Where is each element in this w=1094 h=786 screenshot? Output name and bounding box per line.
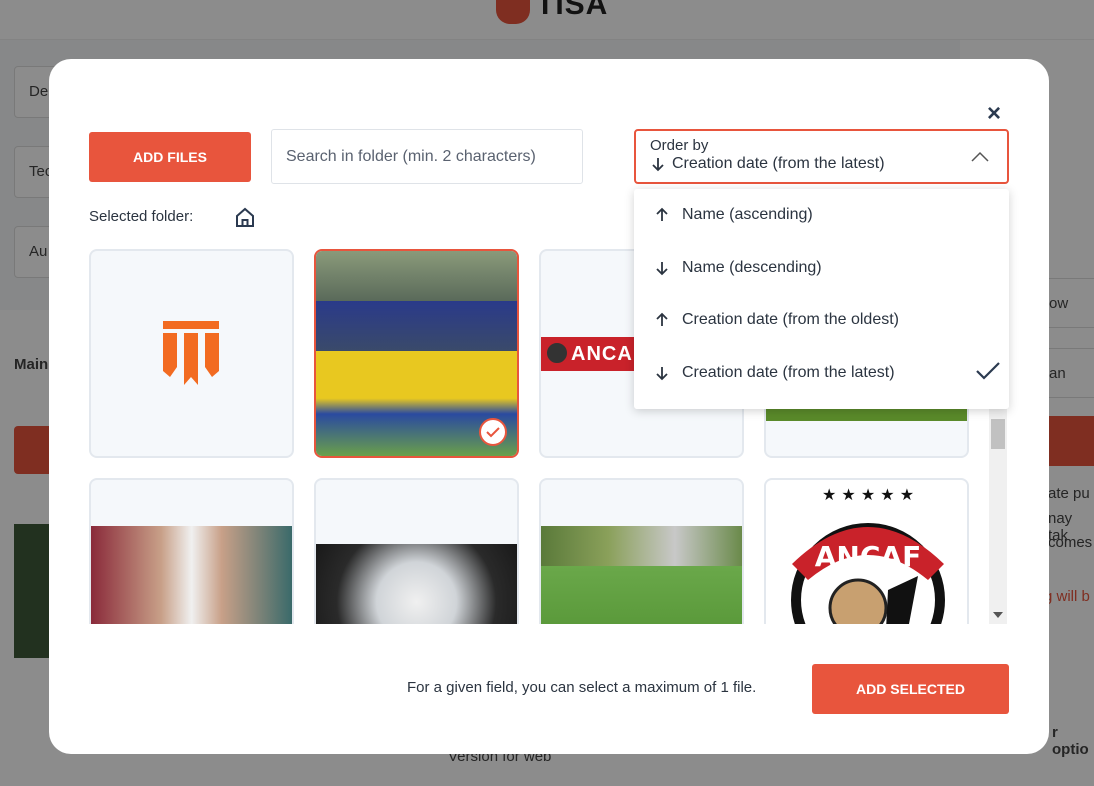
file-tile-ball-photo[interactable] <box>314 478 519 624</box>
file-picker-modal: × ADD FILES Order by Creation date (from… <box>49 59 1049 754</box>
team-photo-mid <box>316 301 517 351</box>
dropdown-item-name-desc[interactable]: Name (descending) <box>634 242 1009 295</box>
add-selected-button[interactable]: ADD SELECTED <box>812 664 1009 714</box>
arrow-up-icon <box>656 207 668 222</box>
file-tile-ancaf-logo[interactable]: ★ ★ ★ ★ ★ ANCAF <box>764 478 969 624</box>
dropdown-item-date-oldest[interactable]: Creation date (from the oldest) <box>634 294 1009 347</box>
add-files-button[interactable]: ADD FILES <box>89 132 251 182</box>
dropdown-item-label: Creation date (from the latest) <box>682 363 895 381</box>
selected-folder-label: Selected folder: <box>89 208 194 225</box>
file-tile-player-photo[interactable] <box>89 478 294 624</box>
tisa-logo-icon <box>163 321 219 385</box>
ball-photo-image <box>316 544 517 624</box>
arrow-down-icon <box>652 158 664 172</box>
close-button[interactable]: × <box>984 102 1004 126</box>
home-icon[interactable] <box>234 206 256 228</box>
selection-limit-note: For a given field, you can select a maxi… <box>407 679 757 696</box>
team-photo-top <box>316 251 517 301</box>
file-tile-match-photo[interactable] <box>539 478 744 624</box>
ancaf-badge-icon <box>545 341 569 365</box>
pitch-image <box>766 409 967 421</box>
ancaf-logo-icon: ★ ★ ★ ★ ★ ANCAF <box>791 485 945 624</box>
scroll-down-arrow-icon[interactable] <box>993 612 1003 618</box>
order-by-label: Order by <box>650 137 709 154</box>
match-photo-top <box>541 526 742 566</box>
dropdown-item-label: Name (descending) <box>682 258 822 276</box>
chevron-up-icon <box>971 151 989 162</box>
dropdown-item-date-latest[interactable]: Creation date (from the latest) <box>634 347 1009 400</box>
checkmark-icon <box>976 361 1000 380</box>
dropdown-item-name-asc[interactable]: Name (ascending) <box>634 189 1009 242</box>
dropdown-item-label: Name (ascending) <box>682 206 813 224</box>
search-input[interactable] <box>271 129 583 184</box>
check-icon <box>486 427 500 438</box>
order-by-select[interactable]: Order by Creation date (from the latest) <box>634 129 1009 184</box>
order-by-value-text: Creation date (from the latest) <box>672 155 885 172</box>
svg-text:★ ★ ★ ★ ★: ★ ★ ★ ★ ★ <box>822 485 914 504</box>
match-photo-pitch <box>541 566 742 624</box>
file-tile-tisa-logo[interactable] <box>89 249 294 458</box>
arrow-down-icon <box>656 261 668 276</box>
dropdown-item-label: Creation date (from the oldest) <box>682 311 899 329</box>
arrow-down-icon <box>656 366 668 381</box>
scrollbar-thumb[interactable] <box>991 419 1005 449</box>
order-by-dropdown: Name (ascending) Name (descending) Creat… <box>634 189 1009 409</box>
file-tile-team-photo[interactable] <box>314 249 519 458</box>
ancaf-logo-text: ANCAF <box>815 540 921 573</box>
player-photo-image <box>91 526 292 624</box>
arrow-up-icon <box>656 312 668 327</box>
order-by-value: Creation date (from the latest) <box>650 155 993 173</box>
selected-check-badge <box>479 418 507 446</box>
